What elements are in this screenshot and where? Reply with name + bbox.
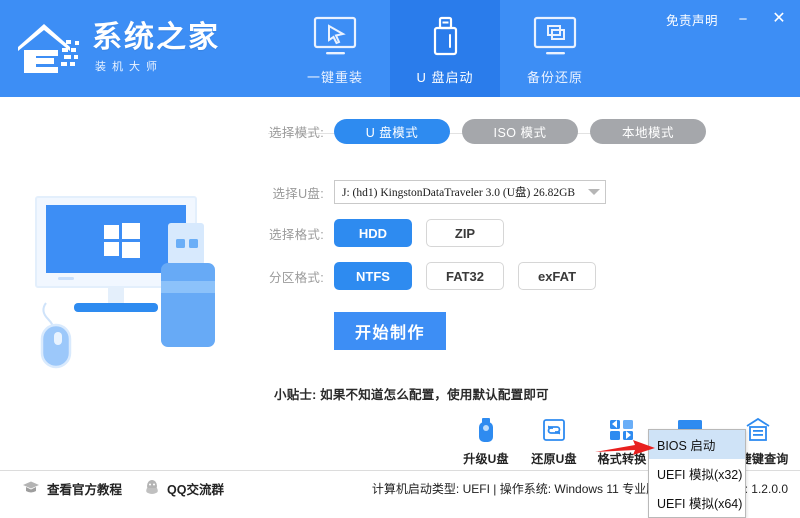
tab-usb-boot[interactable]: U 盘启动 bbox=[390, 0, 500, 97]
qq-penguin-icon bbox=[144, 479, 160, 498]
partition-label: 分区格式: bbox=[269, 270, 324, 285]
status-links: 查看官方教程 QQ交流群 bbox=[0, 479, 224, 498]
qq-group-label: QQ交流群 bbox=[167, 482, 224, 497]
app-logo: 系统之家 装机大师 bbox=[14, 12, 244, 84]
format-option-hdd[interactable]: HDD bbox=[334, 219, 412, 247]
usb-upgrade-icon bbox=[474, 415, 498, 445]
boot-mode-menu: BIOS 启动 UEFI 模拟(x32) UEFI 模拟(x64) bbox=[648, 429, 746, 518]
usb-drive-icon bbox=[422, 12, 468, 58]
mode-option-usb[interactable]: U 盘模式 bbox=[334, 119, 450, 144]
tab-label: U 盘启动 bbox=[416, 69, 474, 85]
partition-option-ntfs[interactable]: NTFS bbox=[334, 262, 412, 290]
window-controls: 免责声明 − ✕ bbox=[666, 8, 790, 30]
menu-item-uefi-x64[interactable]: UEFI 模拟(x64) bbox=[649, 488, 745, 517]
mode-row: 选择模式: U 盘模式 ISO 模式 本地模式 bbox=[262, 119, 782, 144]
close-button[interactable]: ✕ bbox=[768, 8, 790, 30]
start-button-wrap: 开始制作 bbox=[262, 312, 782, 350]
usb-restore-icon bbox=[542, 415, 566, 445]
partition-option-fat32[interactable]: FAT32 bbox=[426, 262, 504, 290]
format-row: 选择格式: HDD ZIP bbox=[262, 219, 782, 247]
mode-option-local[interactable]: 本地模式 bbox=[590, 119, 706, 144]
chevron-down-icon bbox=[588, 189, 600, 195]
usb-label: 选择U盘: bbox=[272, 186, 324, 201]
minimize-button[interactable]: − bbox=[732, 8, 754, 30]
logo-subtitle: 装机大师 bbox=[95, 60, 163, 73]
app-header: 系统之家 装机大师 一键重装 U 盘启动 备份还原 免责声明 − ✕ bbox=[0, 0, 800, 97]
tool-restore-usb[interactable]: 还原U盘 bbox=[520, 415, 588, 467]
usb-select[interactable]: J: (hd1) KingstonDataTraveler 3.0 (U盘) 2… bbox=[334, 180, 606, 204]
menu-item-uefi-x32[interactable]: UEFI 模拟(x32) bbox=[649, 459, 745, 488]
tip-text: 小贴士: 如果不知道怎么配置，使用默认配置即可 bbox=[274, 388, 549, 402]
usb-select-row: 选择U盘: J: (hd1) KingstonDataTraveler 3.0 … bbox=[262, 180, 782, 204]
usb-select-value: J: (hd1) KingstonDataTraveler 3.0 (U盘) 2… bbox=[342, 187, 576, 199]
mode-label: 选择模式: bbox=[269, 126, 324, 140]
format-option-zip[interactable]: ZIP bbox=[426, 219, 504, 247]
tab-backup-restore[interactable]: 备份还原 bbox=[500, 0, 610, 97]
tool-label: 还原U盘 bbox=[531, 452, 577, 466]
graduation-cap-icon bbox=[22, 480, 40, 497]
partition-row: 分区格式: NTFS FAT32 exFAT bbox=[262, 262, 782, 290]
tutorial-link[interactable]: 查看官方教程 bbox=[22, 479, 122, 498]
red-arrow-annotation bbox=[595, 438, 657, 458]
start-make-button[interactable]: 开始制作 bbox=[334, 312, 446, 350]
tutorial-label: 查看官方教程 bbox=[47, 482, 123, 497]
logo-title: 系统之家 bbox=[92, 21, 220, 55]
main-tabs: 一键重装 U 盘启动 备份还原 bbox=[280, 0, 610, 97]
house-logo-icon bbox=[14, 17, 86, 79]
tab-one-key-reinstall[interactable]: 一键重装 bbox=[280, 0, 390, 97]
tool-label: 升级U盘 bbox=[463, 452, 509, 466]
monitor-copy-icon bbox=[532, 12, 578, 58]
disclaimer-link[interactable]: 免责声明 bbox=[666, 10, 718, 29]
qq-group-link[interactable]: QQ交流群 bbox=[144, 479, 224, 498]
partition-option-exfat[interactable]: exFAT bbox=[518, 262, 596, 290]
hotkey-query-icon bbox=[745, 415, 771, 445]
pc-usb-illustration bbox=[18, 185, 253, 390]
main-content: 选择模式: U 盘模式 ISO 模式 本地模式 选择U盘: J: (hd1) K… bbox=[0, 97, 800, 518]
monitor-cursor-icon bbox=[312, 12, 358, 58]
format-label: 选择格式: bbox=[269, 227, 324, 242]
tool-upgrade-usb[interactable]: 升级U盘 bbox=[452, 415, 520, 467]
mode-option-iso[interactable]: ISO 模式 bbox=[462, 119, 578, 144]
usb-boot-form: 选择模式: U 盘模式 ISO 模式 本地模式 选择U盘: J: (hd1) K… bbox=[262, 119, 782, 403]
tab-label: 一键重装 bbox=[306, 69, 363, 85]
menu-item-bios-boot[interactable]: BIOS 启动 bbox=[649, 430, 745, 459]
app-window: 系统之家 装机大师 一键重装 U 盘启动 备份还原 免责声明 − ✕ 选择模式:… bbox=[0, 0, 800, 518]
tab-label: 备份还原 bbox=[526, 69, 583, 85]
